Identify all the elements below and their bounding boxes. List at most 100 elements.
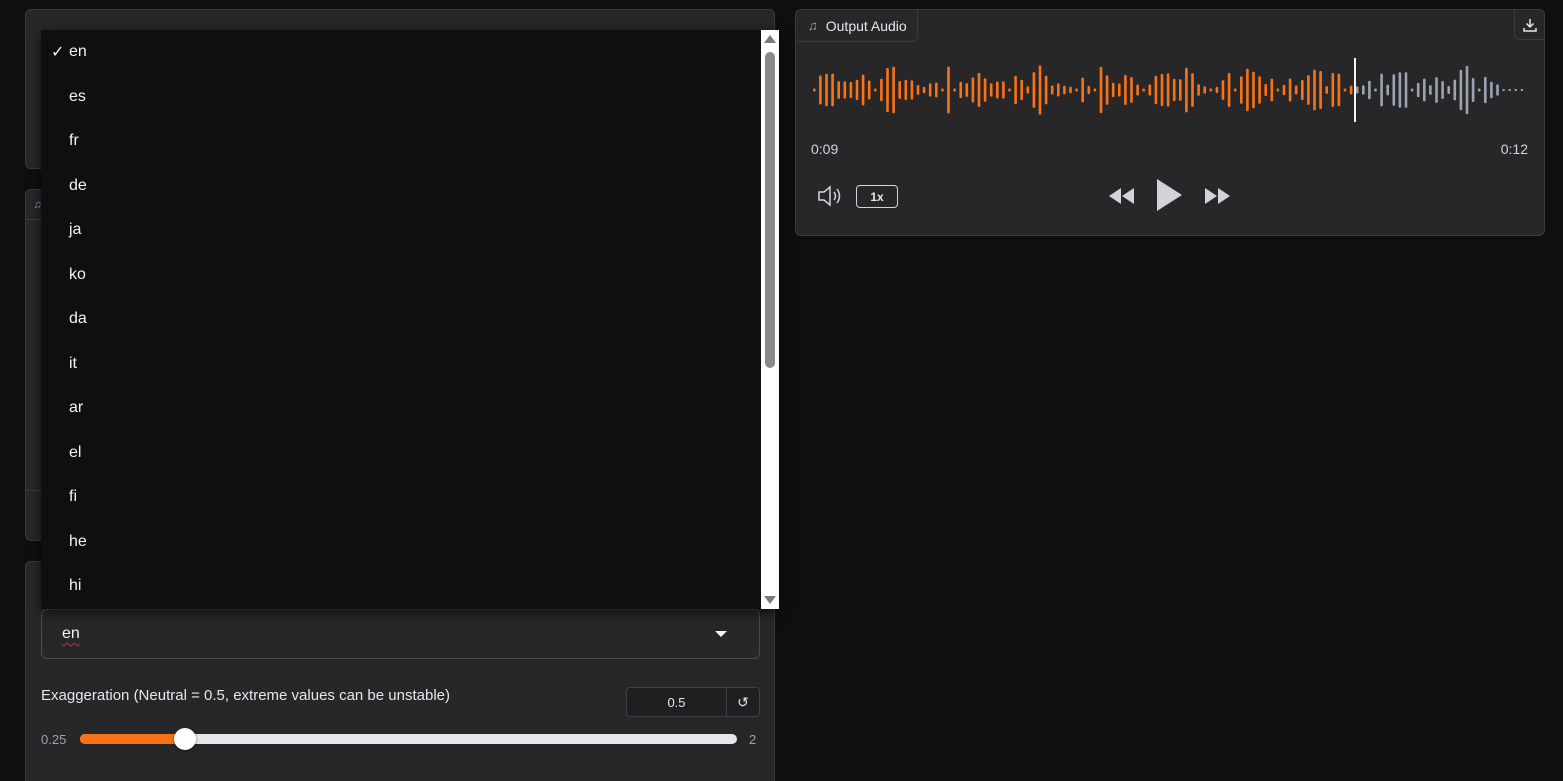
waveform-bar xyxy=(1392,74,1396,106)
waveform-bar xyxy=(1410,88,1414,92)
playback-speed-button[interactable]: 1x xyxy=(856,185,898,208)
waveform-bar xyxy=(996,81,999,99)
waveform-bar xyxy=(1374,88,1377,92)
language-dropdown-list: ✓ en es fr de ja ko da it ar el fi he hi xyxy=(41,30,779,609)
waveform-bar xyxy=(1166,73,1170,107)
waveform-bar xyxy=(831,73,834,107)
waveform-bar xyxy=(1185,67,1188,113)
fast-forward-icon[interactable] xyxy=(1202,186,1232,206)
waveform-bar xyxy=(1349,85,1353,95)
reset-icon[interactable]: ↺ xyxy=(726,687,760,717)
waveform-bar xyxy=(1465,65,1469,115)
waveform-bar xyxy=(1026,86,1030,94)
waveform-bar xyxy=(1087,85,1091,95)
waveform-bar xyxy=(1307,75,1310,105)
waveform-bar xyxy=(1398,72,1402,108)
dropdown-option-label: ja xyxy=(69,221,82,239)
waveform-bar xyxy=(1118,83,1121,97)
waveform-bar xyxy=(837,81,840,99)
waveform-bar xyxy=(965,83,969,97)
waveform-bar xyxy=(1337,73,1341,107)
dropdown-option[interactable]: fr xyxy=(41,119,761,164)
waveform-bar xyxy=(922,86,926,94)
waveform-bar xyxy=(1355,86,1359,94)
chevron-down-icon[interactable] xyxy=(715,631,727,637)
waveform-bar xyxy=(1441,81,1444,99)
exaggeration-label: Exaggeration (Neutral = 0.5, extreme val… xyxy=(41,687,450,704)
dropdown-option[interactable]: es xyxy=(41,75,761,120)
waveform-bar xyxy=(1502,89,1505,91)
exaggeration-number-input[interactable]: 0.5 xyxy=(626,687,727,717)
waveform-bar xyxy=(1057,83,1060,97)
waveform-bar xyxy=(1044,75,1048,105)
waveform-bar xyxy=(1313,69,1316,111)
waveform-bar xyxy=(1453,79,1457,101)
waveform-bar xyxy=(1111,82,1115,98)
waveform-bar xyxy=(1142,88,1145,92)
waveform-bar xyxy=(1319,71,1322,109)
waveform-bar xyxy=(855,79,859,101)
waveform-bar xyxy=(1301,79,1304,101)
waveform-bar xyxy=(1014,75,1017,105)
scroll-up-icon[interactable] xyxy=(764,35,776,43)
dropdown-option[interactable]: da xyxy=(41,297,761,342)
waveform-bar xyxy=(983,78,987,102)
dropdown-option[interactable]: ✓ en xyxy=(41,30,761,75)
waveform-bar xyxy=(953,88,956,92)
download-icon[interactable] xyxy=(1514,10,1544,40)
waveform-bar xyxy=(928,83,932,97)
waveform-bar xyxy=(1380,73,1383,107)
waveform-bar xyxy=(1099,66,1103,114)
waveform-bar xyxy=(941,88,944,92)
waveform-bar xyxy=(1050,85,1054,95)
waveform-bar xyxy=(1221,80,1225,100)
waveform-bar xyxy=(867,80,871,100)
waveform-bar xyxy=(1032,72,1036,108)
waveform-bar xyxy=(1477,88,1481,92)
waveform-bar xyxy=(1154,75,1158,105)
dropdown-option[interactable]: ja xyxy=(41,208,761,253)
waveform-bar xyxy=(1368,80,1371,100)
rewind-icon[interactable] xyxy=(1107,186,1137,206)
waveform-bar xyxy=(1496,84,1499,96)
waveform-bar xyxy=(1148,84,1152,96)
audio-waveform[interactable] xyxy=(811,58,1527,122)
waveform-bar xyxy=(1160,73,1164,107)
slider-thumb[interactable] xyxy=(173,728,196,750)
dropdown-option[interactable]: hi xyxy=(41,564,761,609)
scroll-down-icon[interactable] xyxy=(764,596,776,604)
waveform-bar xyxy=(1075,88,1078,92)
waveform-bar xyxy=(1063,85,1066,95)
scrollbar-thumb[interactable] xyxy=(765,52,775,368)
waveform-bar xyxy=(1386,84,1389,96)
waveform-bar xyxy=(977,73,981,107)
waveform-bar xyxy=(1404,72,1408,108)
dropdown-option-label: es xyxy=(69,87,86,105)
dropdown-option[interactable]: he xyxy=(41,520,761,565)
dropdown-option[interactable]: ko xyxy=(41,253,761,298)
dropdown-option[interactable]: el xyxy=(41,431,761,476)
waveform-bar xyxy=(1294,85,1298,95)
dropdown-option[interactable]: de xyxy=(41,164,761,209)
play-icon[interactable] xyxy=(1155,178,1183,212)
dropdown-option[interactable]: ar xyxy=(41,386,761,431)
waveform-bar xyxy=(1069,86,1072,94)
dropdown-option[interactable]: it xyxy=(41,342,761,387)
waveform-bar xyxy=(904,79,908,101)
dropdown-option-label: ar xyxy=(69,399,84,417)
dropdown-scrollbar[interactable] xyxy=(761,30,779,609)
waveform-bar xyxy=(1130,77,1133,103)
current-time: 0:09 xyxy=(811,141,839,157)
waveform-bar xyxy=(1209,88,1213,92)
waveform-bar xyxy=(1008,88,1011,92)
language-select[interactable]: en xyxy=(41,609,760,659)
waveform-bar xyxy=(910,80,914,100)
slider-fill xyxy=(80,734,180,744)
waveform-bar xyxy=(1490,81,1493,99)
volume-icon[interactable] xyxy=(817,184,847,208)
dropdown-option[interactable]: fi xyxy=(41,475,761,520)
waveform-bar xyxy=(971,77,975,103)
dropdown-option-label: fr xyxy=(69,132,79,150)
exaggeration-slider[interactable] xyxy=(80,728,737,750)
waveform-bar xyxy=(1246,68,1249,112)
